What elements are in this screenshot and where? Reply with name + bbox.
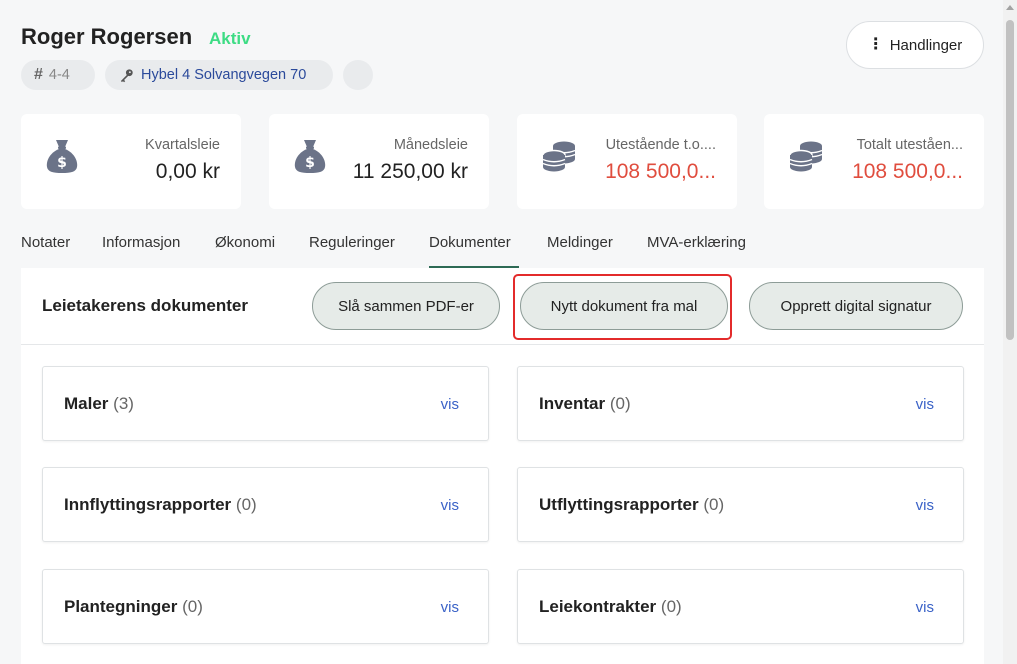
hash-icon: # bbox=[34, 66, 43, 83]
view-link[interactable]: vis bbox=[916, 599, 934, 616]
stat-card-total-outstanding: Totalt uteståen... 108 500,0... bbox=[764, 114, 984, 209]
status-badge: Aktiv bbox=[209, 29, 251, 48]
doc-category-leiekontrakter: Leiekontrakter (0) vis bbox=[517, 569, 964, 644]
view-link[interactable]: vis bbox=[441, 396, 459, 413]
svg-text:$: $ bbox=[57, 155, 67, 171]
empty-chip[interactable] bbox=[343, 60, 373, 90]
new-document-from-template-button[interactable]: Nytt dokument fra mal bbox=[520, 282, 728, 330]
documents-panel-header: Leietakerens dokumenter Slå sammen PDF-e… bbox=[21, 268, 984, 345]
actions-button[interactable]: ⋮ Handlinger bbox=[846, 21, 984, 69]
category-name: Utflyttingsrapporter (0) bbox=[539, 495, 725, 514]
category-name: Leiekontrakter (0) bbox=[539, 597, 682, 616]
category-count: (0) bbox=[609, 394, 631, 413]
stat-card-outstanding-to: Utestående t.o.... 108 500,0... bbox=[517, 114, 737, 209]
doc-category-utflyttingsrapporter: Utflyttingsrapporter (0) vis bbox=[517, 467, 964, 542]
coins-stack-icon bbox=[542, 141, 576, 172]
address-label: Hybel 4 Solvangvegen 70 bbox=[141, 67, 307, 83]
tenant-page: Roger Rogersen Aktiv # 4-4 Hybel 4 Solva… bbox=[0, 0, 1003, 664]
stat-label: Utestående t.o.... bbox=[605, 137, 716, 153]
stat-label: Månedsleie bbox=[393, 137, 468, 153]
category-name: Innflyttingsrapporter (0) bbox=[64, 495, 257, 514]
stat-label: Totalt uteståen... bbox=[856, 137, 963, 153]
category-name: Maler (3) bbox=[64, 394, 134, 413]
money-bag-icon: $ bbox=[46, 140, 78, 173]
tab-meldinger[interactable]: Meldinger bbox=[547, 234, 613, 268]
scroll-up-arrow-icon[interactable] bbox=[1006, 5, 1014, 10]
doc-category-plantegninger: Plantegninger (0) vis bbox=[42, 569, 489, 644]
view-link[interactable]: vis bbox=[441, 497, 459, 514]
more-vertical-icon: ⋮ bbox=[867, 36, 884, 53]
stat-label: Kvartalsleie bbox=[145, 137, 220, 153]
documents-panel: Leietakerens dokumenter Slå sammen PDF-e… bbox=[21, 268, 984, 664]
tab-notater[interactable]: Notater bbox=[21, 234, 70, 268]
scrollbar-thumb[interactable] bbox=[1006, 20, 1014, 340]
tab-informasjon[interactable]: Informasjon bbox=[102, 234, 180, 268]
category-count: (3) bbox=[113, 394, 134, 413]
coins-stack-icon bbox=[789, 141, 823, 172]
tab-reguleringer[interactable]: Reguleringer bbox=[309, 234, 395, 268]
documents-title: Leietakerens dokumenter bbox=[42, 296, 248, 315]
category-count: (0) bbox=[703, 495, 725, 514]
svg-text:$: $ bbox=[305, 155, 315, 171]
doc-category-innflyttingsrapporter: Innflyttingsrapporter (0) vis bbox=[42, 467, 489, 542]
view-link[interactable]: vis bbox=[916, 396, 934, 413]
scrollbar[interactable] bbox=[1003, 0, 1017, 664]
tenant-id-label: 4-4 bbox=[48, 67, 70, 83]
doc-category-inventar: Inventar (0) vis bbox=[517, 366, 964, 441]
tab-mva-erklaering[interactable]: MVA-erklæring bbox=[647, 234, 746, 268]
view-link[interactable]: vis bbox=[916, 497, 934, 514]
key-icon bbox=[120, 68, 133, 82]
category-name: Inventar (0) bbox=[539, 394, 631, 413]
stat-value: 108 500,0... bbox=[605, 160, 716, 183]
category-name: Plantegninger (0) bbox=[64, 597, 203, 616]
tenant-name: Roger Rogersen bbox=[21, 24, 193, 49]
view-link[interactable]: vis bbox=[441, 599, 459, 616]
create-digital-signature-button[interactable]: Opprett digital signatur bbox=[749, 282, 963, 330]
money-bag-icon: $ bbox=[294, 140, 326, 173]
actions-label: Handlinger bbox=[889, 36, 963, 54]
category-count: (0) bbox=[660, 597, 682, 616]
stat-value: 11 250,00 kr bbox=[352, 160, 468, 183]
stat-value: 108 500,0... bbox=[852, 160, 963, 183]
address-chip[interactable]: Hybel 4 Solvangvegen 70 bbox=[105, 60, 333, 90]
stat-card-monthly-rent: $ Månedsleie 11 250,00 kr bbox=[269, 114, 489, 209]
tab-dokumenter[interactable]: Dokumenter bbox=[429, 234, 519, 268]
stat-value: 0,00 kr bbox=[155, 160, 220, 183]
merge-pdf-button[interactable]: Slå sammen PDF-er bbox=[312, 282, 500, 330]
stat-card-quarterly-rent: $ Kvartalsleie 0,00 kr bbox=[21, 114, 241, 209]
doc-category-maler: Maler (3) vis bbox=[42, 366, 489, 441]
tab-okonomi[interactable]: Økonomi bbox=[215, 234, 275, 268]
category-count: (0) bbox=[235, 495, 257, 514]
tenant-id-chip: # 4-4 bbox=[21, 60, 95, 90]
category-count: (0) bbox=[182, 597, 203, 616]
